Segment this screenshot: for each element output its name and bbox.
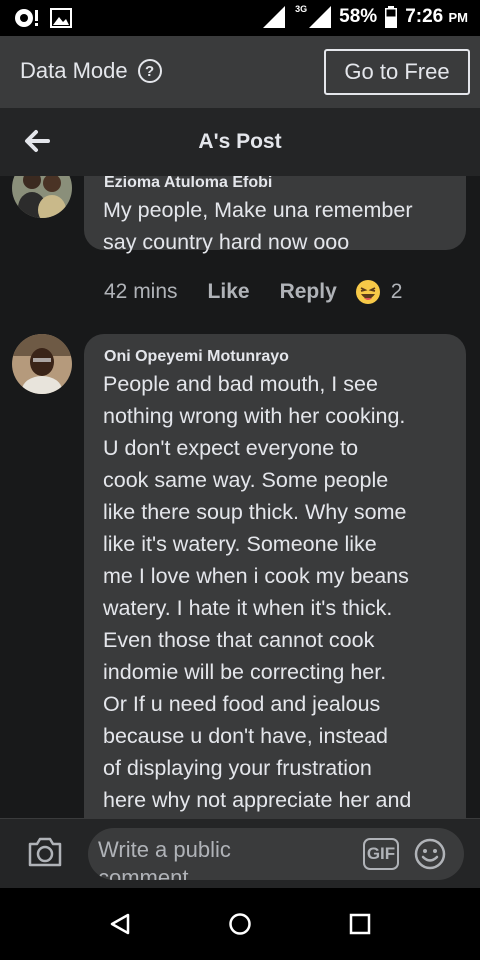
reply-button[interactable]: Reply: [280, 280, 337, 304]
like-button[interactable]: Like: [208, 280, 250, 304]
comment-placeholder: Write a public comment: [98, 837, 231, 880]
system-nav-bar: [0, 888, 480, 960]
comments-feed[interactable]: Ezioma Atuloma Efobi My people, Make una…: [0, 176, 480, 818]
data-mode-label: Data Mode ?: [20, 58, 162, 84]
comment-text: People and bad mouth, I see nothing wron…: [103, 372, 412, 812]
clock: 7:26 PM: [405, 6, 468, 27]
haha-reaction-icon[interactable]: [355, 279, 381, 305]
battery-icon: [385, 6, 398, 28]
go-to-free-button[interactable]: Go to Free: [324, 49, 470, 95]
comment-item: Ezioma Atuloma Efobi My people, Make una…: [0, 176, 480, 308]
comment-meta: 42 mins Like Reply 2: [104, 279, 402, 305]
signal-icon: [263, 6, 286, 28]
camera-icon[interactable]: [26, 835, 64, 869]
comment-bubble[interactable]: Oni Opeyemi Motunrayo People and bad mou…: [84, 334, 466, 818]
comment-time: 42 mins: [104, 280, 178, 303]
comment-input[interactable]: Write a public comment GIF: [88, 828, 464, 880]
help-icon[interactable]: ?: [137, 59, 162, 83]
status-bar: 3G 58% 7:26 PM: [0, 0, 480, 36]
battery-percent: 58%: [339, 6, 378, 27]
messenger-notification-icon: [15, 9, 38, 27]
comment-composer: Write a public comment GIF: [0, 818, 480, 888]
page-title: A's Post: [198, 130, 282, 153]
data-mode-bar: Data Mode ? Go to Free: [0, 36, 480, 108]
emoji-icon[interactable]: [414, 838, 446, 870]
network-type: 3G: [295, 4, 308, 14]
comment-item: Oni Opeyemi Motunrayo People and bad mou…: [0, 334, 480, 818]
avatar[interactable]: [12, 334, 72, 394]
reaction-count: 2: [390, 280, 403, 303]
comment-author[interactable]: Oni Opeyemi Motunrayo: [104, 348, 289, 366]
image-notification-icon: [50, 8, 72, 28]
post-header: A's Post: [0, 108, 480, 176]
signal-icon-2: [309, 6, 332, 28]
comment-bubble[interactable]: Ezioma Atuloma Efobi My people, Make una…: [84, 176, 466, 254]
gif-button[interactable]: GIF: [363, 838, 399, 870]
comment-author[interactable]: Ezioma Atuloma Efobi: [104, 176, 272, 192]
home-nav-icon[interactable]: [228, 912, 252, 936]
back-nav-icon[interactable]: [108, 912, 132, 936]
recents-nav-icon[interactable]: [348, 912, 372, 936]
avatar[interactable]: [12, 176, 72, 218]
comment-text: My people, Make una remember say country…: [103, 198, 413, 254]
